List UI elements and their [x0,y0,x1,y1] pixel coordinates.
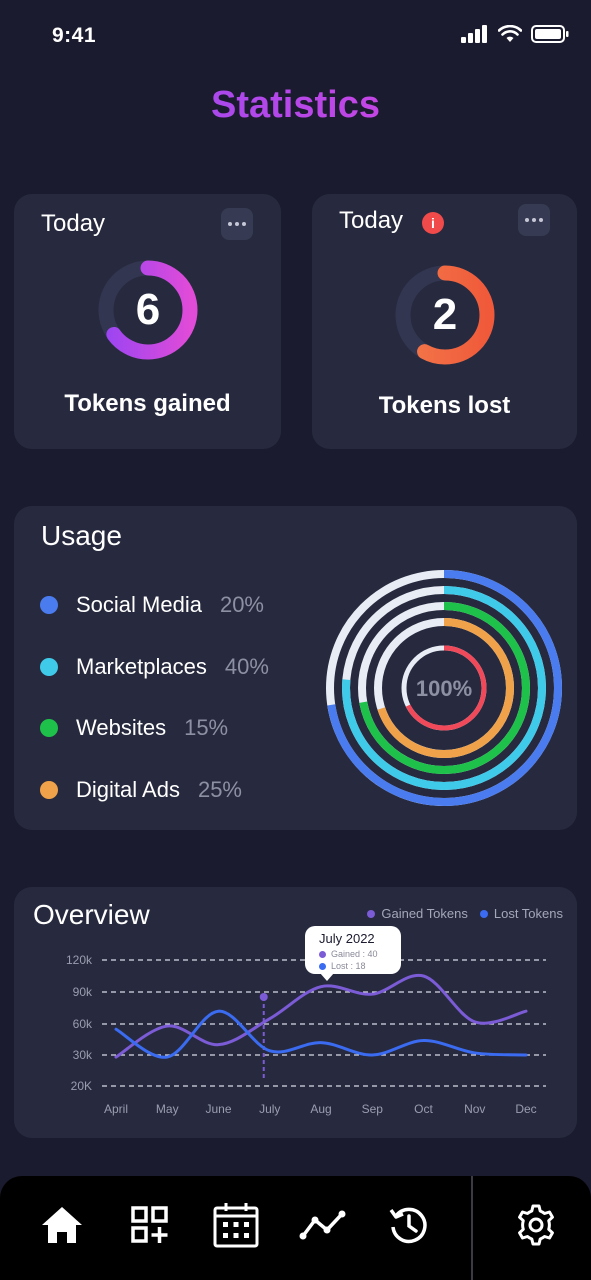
nav-analytics[interactable] [298,1200,348,1250]
home-icon [42,1207,82,1243]
legend-dot [40,719,58,737]
nav-settings[interactable] [511,1200,561,1250]
x-tick-label: Nov [464,1102,485,1116]
usage-rings-chart: 100% [326,570,562,806]
x-tick-label: June [205,1102,231,1116]
gained-tokens-line [114,973,528,1059]
more-options-button[interactable] [518,204,550,236]
legend-label: Social Media [76,592,202,617]
chart-tooltip: July 2022 Gained : 40 Lost : 18 [305,926,401,981]
overview-card: Overview Gained Tokens Lost Tokens 120k 9… [14,887,577,1138]
y-tick-label: 60k [73,1017,93,1031]
usage-legend-item: Digital Ads 25% [40,777,242,803]
y-tick-label: 90k [73,985,93,999]
legend-label: Websites [76,715,167,740]
legend-dot [40,658,58,676]
more-options-button[interactable] [221,208,253,240]
info-icon[interactable]: i [422,212,444,234]
x-tick-label: July [259,1102,280,1116]
legend-dot [40,596,58,614]
usage-center-label: 100% [416,676,472,701]
lost-tokens-line [114,1009,528,1059]
legend-percent: 40% [224,654,269,679]
calendar-icon [213,1203,259,1248]
x-tick-label: Sep [362,1102,384,1116]
legend-percent: 20% [219,592,264,617]
tokens-gained-label: Tokens gained [64,390,231,417]
y-tick-label: 120k [66,953,93,967]
usage-title: Usage [41,520,122,551]
card-heading: Today [339,207,404,234]
x-tick-label: May [156,1102,179,1116]
nav-home[interactable] [37,1200,87,1250]
x-tick-label: Oct [414,1102,433,1116]
gear-icon [518,1204,554,1246]
usage-legend-item: Social Media 20% [40,592,264,618]
add-widget-icon [131,1206,168,1243]
y-tick-label: 30k [73,1048,93,1062]
card-heading: Today [41,210,106,237]
analytics-icon [299,1210,346,1240]
tooltip-lost: Lost : 18 [319,960,401,972]
x-tick-label: Dec [515,1102,536,1116]
legend-percent: 15% [184,715,229,740]
legend-label: Marketplaces [76,654,207,679]
tokens-lost-card: Today i 2 Tokens lost [312,194,577,449]
tooltip-gained: Gained : 40 [319,948,401,960]
legend-percent: 25% [197,777,242,802]
overview-line-chart[interactable]: 120k 90k 60k 30k 20K April May June July Aug Sep Oc… [14,887,577,1138]
signal-icon [461,25,487,43]
nav-calendar[interactable] [211,1200,261,1250]
page-title: Statistics [0,84,591,127]
tokens-lost-label: Tokens lost [378,392,511,419]
status-icons [461,25,569,43]
selection-marker-dot [259,993,268,1001]
nav-divider [471,1176,473,1280]
usage-card: Usage Social Media 20% Marketplaces 40% … [14,506,577,830]
status-time: 9:41 [52,24,97,47]
legend-dot [40,781,58,799]
usage-legend-item: Websites 15% [40,715,228,741]
usage-legend-item: Marketplaces 40% [40,654,269,680]
y-tick-label: 20K [71,1079,92,1093]
legend-label: Digital Ads [76,777,180,802]
tooltip-title: July 2022 [319,931,375,946]
lost-progress-ring: 2 [393,263,497,367]
bottom-nav [0,1176,591,1280]
tokens-lost-value: 2 [432,290,458,339]
x-tick-label: Aug [310,1102,331,1116]
wifi-icon [498,25,522,42]
status-bar: 9:41 [0,0,591,70]
battery-icon [531,25,569,43]
history-icon [389,1207,427,1244]
x-tick-label: April [104,1102,128,1116]
nav-history[interactable] [384,1200,434,1250]
tokens-gained-card: Today 6 Tokens gained [14,194,281,449]
gained-progress-ring: 6 [96,258,200,362]
nav-add-widget[interactable] [125,1200,175,1250]
tokens-gained-value: 6 [135,285,161,334]
